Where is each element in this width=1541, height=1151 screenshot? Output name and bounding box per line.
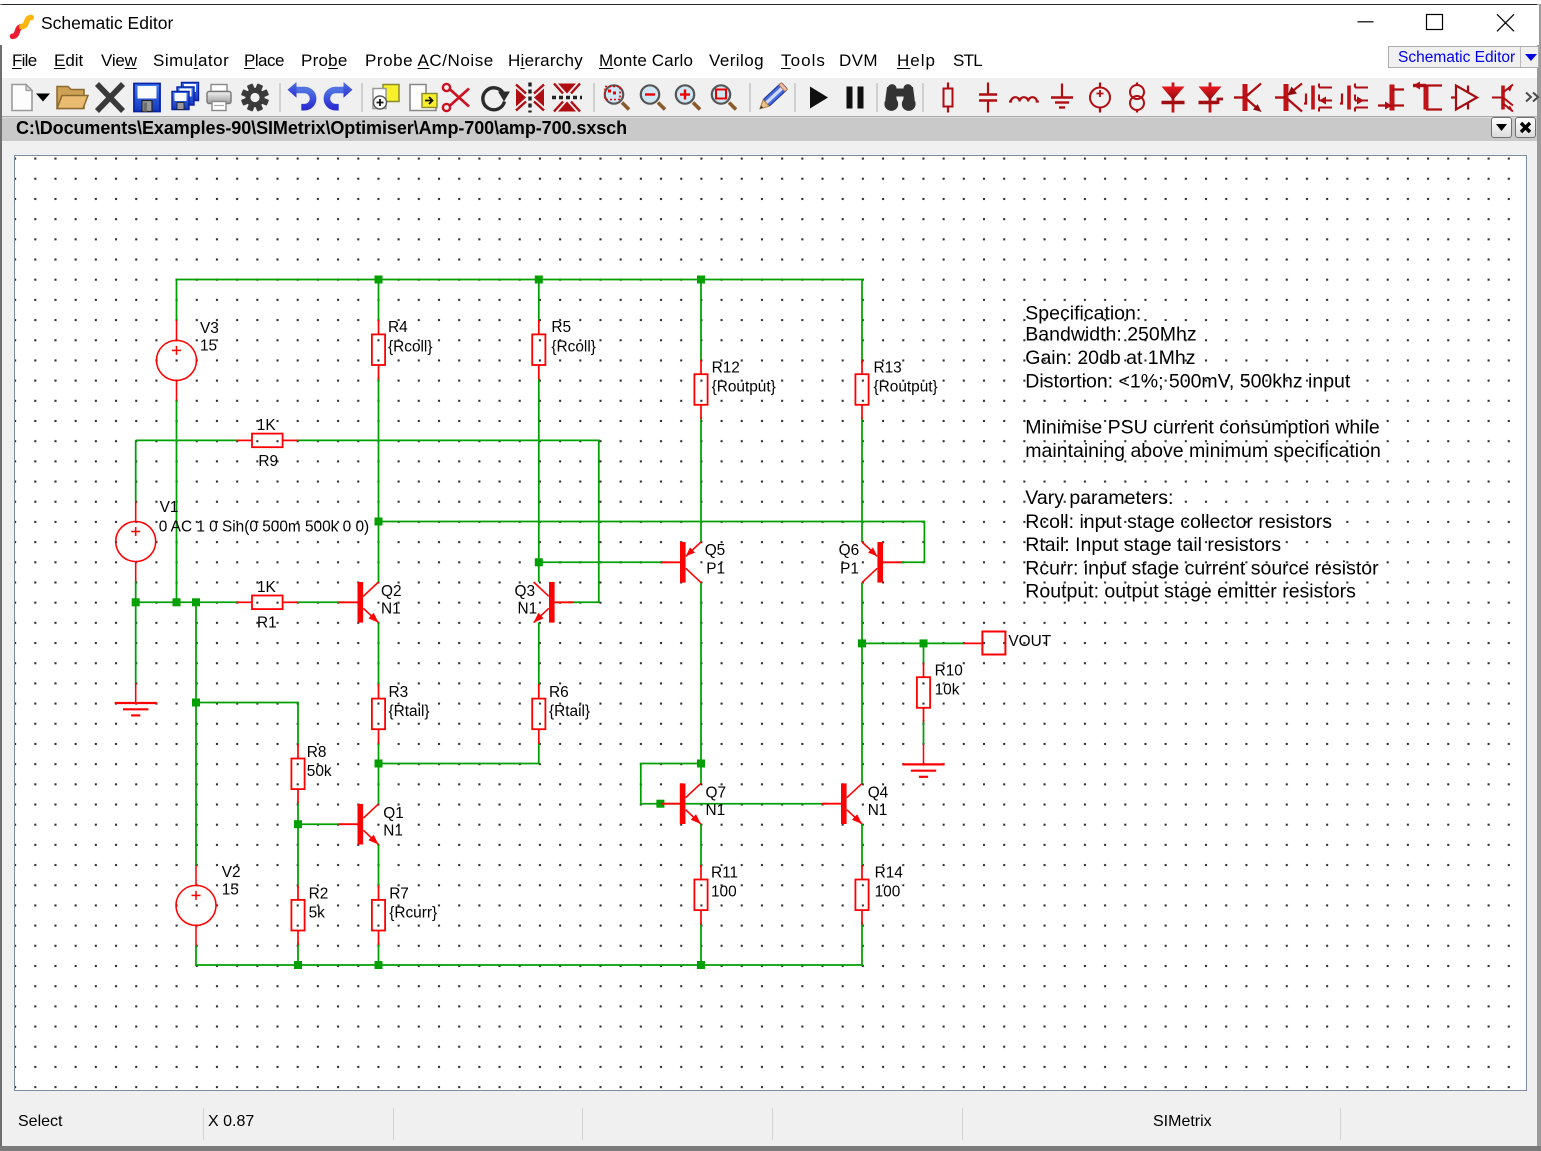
svg-text:P1: P1	[706, 561, 725, 578]
svg-text:50k: 50k	[307, 763, 332, 780]
svg-text:R10: R10	[935, 663, 963, 680]
svg-text:1K: 1K	[257, 417, 277, 434]
svg-text:R8: R8	[307, 744, 327, 761]
svg-text:15: 15	[200, 338, 217, 355]
svg-text:5k: 5k	[309, 904, 326, 921]
svg-text:Distortion: <1%; 500mV, 500khz: Distortion: <1%; 500mV, 500khz input	[1025, 371, 1351, 393]
svg-text:Rcurr: input stage current sou: Rcurr: input stage current source resist…	[1025, 557, 1379, 579]
svg-text:R12: R12	[712, 359, 740, 376]
svg-text:V3: V3	[200, 320, 219, 337]
svg-text:Q3: Q3	[515, 583, 536, 600]
svg-text:R4: R4	[388, 319, 408, 336]
svg-text:10k: 10k	[935, 682, 960, 699]
svg-text:V1: V1	[160, 499, 179, 516]
svg-text:1K: 1K	[257, 579, 277, 596]
svg-text:Q6: Q6	[839, 542, 860, 559]
svg-text:{Routput}: {Routput}	[712, 378, 776, 395]
svg-text:Q1: Q1	[383, 805, 404, 822]
svg-text:R9: R9	[258, 453, 278, 470]
svg-text:Vary parameters:: Vary parameters:	[1025, 487, 1173, 509]
svg-text:Gain: 20db at 1Mhz: Gain: 20db at 1Mhz	[1025, 347, 1195, 369]
svg-text:V2: V2	[222, 864, 241, 881]
svg-text:Specification:: Specification:	[1025, 303, 1141, 325]
svg-text:P1: P1	[840, 561, 859, 578]
svg-text:R3: R3	[389, 684, 409, 701]
svg-text:Q4: Q4	[868, 785, 889, 802]
svg-text:R6: R6	[549, 684, 569, 701]
svg-text:100: 100	[875, 884, 901, 901]
svg-text:N1: N1	[381, 601, 401, 618]
svg-text:Rtail: Input stage tail resist: Rtail: Input stage tail resistors	[1025, 534, 1281, 556]
svg-text:N1: N1	[706, 802, 726, 819]
svg-text:0 AC 1 0 Sin(0 500m 500k 0 0): 0 AC 1 0 Sin(0 500m 500k 0 0)	[159, 518, 369, 535]
svg-text:R11: R11	[711, 865, 738, 882]
svg-text:R2: R2	[309, 885, 329, 902]
svg-text:R13: R13	[874, 359, 902, 376]
svg-text:Bandwidth: 250Mhz: Bandwidth: 250Mhz	[1025, 323, 1196, 345]
svg-text:R5: R5	[551, 319, 571, 336]
svg-text:Q2: Q2	[381, 583, 402, 600]
svg-text:Routput: output stage emitter: Routput: output stage emitter resistors	[1025, 580, 1356, 602]
svg-text:R1: R1	[257, 615, 277, 632]
svg-text:R14: R14	[875, 865, 904, 882]
svg-text:{Routput}: {Routput}	[874, 378, 938, 395]
svg-text:Q5: Q5	[705, 542, 726, 559]
svg-text:R7: R7	[389, 885, 409, 902]
svg-text:{Rcurr}: {Rcurr}	[389, 904, 437, 921]
svg-text:{Rcoll}: {Rcoll}	[388, 339, 433, 356]
svg-text:{Rtail}: {Rtail}	[389, 703, 430, 720]
svg-text:N1: N1	[868, 802, 888, 819]
svg-text:100: 100	[711, 884, 737, 901]
svg-text:Minimise PSU current consumpti: Minimise PSU current consumption while	[1025, 417, 1379, 439]
svg-text:N1: N1	[383, 823, 403, 840]
svg-text:Q7: Q7	[706, 785, 727, 802]
svg-text:Rcoll: input stage collector r: Rcoll: input stage collector resistors	[1025, 511, 1332, 533]
svg-text:N1: N1	[518, 601, 538, 618]
svg-text:VOUT: VOUT	[1008, 633, 1051, 650]
svg-text:{Rtail}: {Rtail}	[549, 703, 590, 720]
svg-text:15: 15	[222, 882, 239, 899]
svg-text:maintaining above minimum spec: maintaining above minimum specification	[1025, 440, 1381, 462]
svg-text:{Rcoll}: {Rcoll}	[551, 339, 596, 356]
